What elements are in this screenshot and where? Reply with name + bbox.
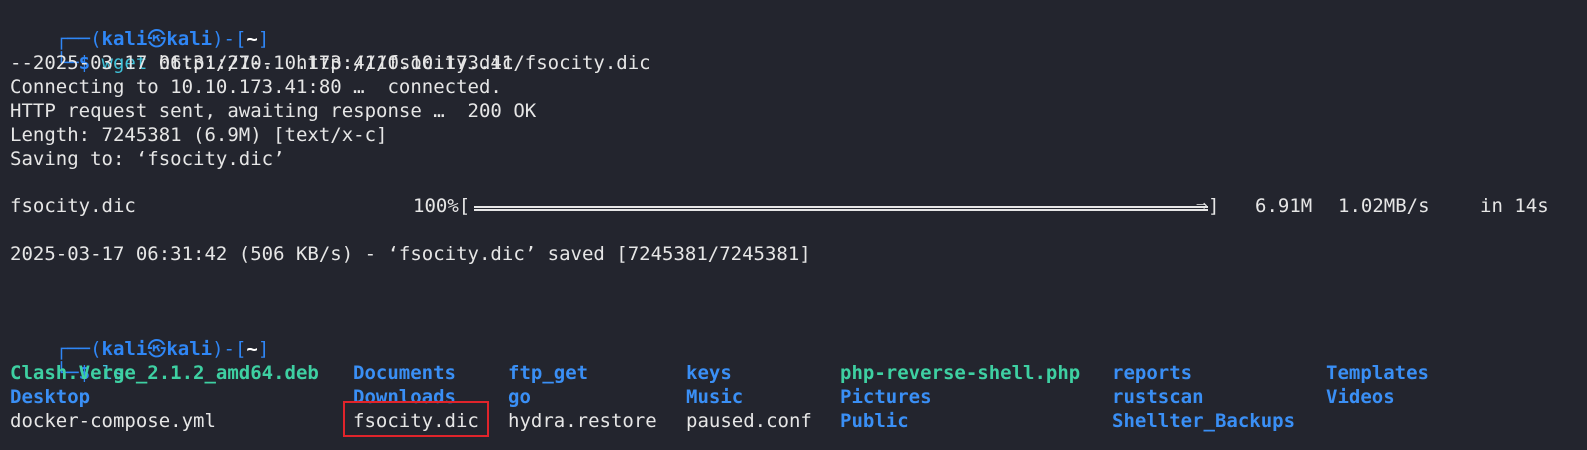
- output-line: --2025-03-17 06:31:27-- http://10.10.173…: [10, 52, 651, 74]
- progress-percent: 100%[: [413, 195, 471, 217]
- ls-entry-file: Clash.Verge_2.1.2_amd64.deb: [10, 362, 319, 384]
- ls-entry-dir: Documents: [353, 362, 456, 384]
- ls-entry-dir: reports: [1112, 362, 1193, 384]
- progress-time: in 14s: [1480, 195, 1549, 217]
- ls-entry-dir: keys: [686, 362, 732, 384]
- ls-entry-dir: go: [508, 386, 531, 408]
- output-line: HTTP request sent, awaiting response … 2…: [10, 100, 537, 122]
- output-line: 2025-03-17 06:31:42 (506 KB/s) - ‘fsocit…: [10, 243, 811, 265]
- prompt-command-line: └─$ wget http://10.10.173.41/fsocity.dic: [10, 27, 514, 74]
- output-line: Length: 7245381 (6.9M) [text/x-c]: [10, 124, 388, 146]
- prompt-frame: ]: [257, 338, 270, 360]
- progress-size: 6.91M: [1255, 195, 1313, 217]
- ls-entry-dir: Music: [686, 386, 744, 408]
- prompt-host: kali: [166, 338, 213, 360]
- ls-entry-dir: Videos: [1326, 386, 1395, 408]
- prompt-frame: )-[: [212, 338, 247, 360]
- ls-entry-dir: Templates: [1326, 362, 1429, 384]
- ls-entry-file: php-reverse-shell.php: [840, 362, 1081, 384]
- ls-entry-dir: Pictures: [840, 386, 932, 408]
- highlight-box: [343, 401, 489, 437]
- prompt-path: ~: [246, 338, 258, 360]
- skull-icon: ㉿: [147, 338, 167, 360]
- ls-entry-file: paused.conf: [686, 410, 812, 432]
- ls-entry-dir: Shellter_Backups: [1112, 410, 1296, 432]
- progress-rate: 1.02MB/s: [1338, 195, 1430, 217]
- terminal-window[interactable]: ┌──(kali㉿kali)-[~] └─$ wget http://10.10…: [0, 0, 1587, 450]
- prompt-top-line: ┌──(kali㉿kali)-[~]: [10, 3, 270, 50]
- progress-filename: fsocity.dic: [10, 195, 136, 217]
- ls-entry-dir: Public: [840, 410, 909, 432]
- output-line: Saving to: ‘fsocity.dic’: [10, 148, 285, 170]
- progress-bracket: ]: [1208, 195, 1220, 217]
- progress-arrow-icon: ⇒: [1196, 194, 1208, 216]
- ls-entry-dir: Desktop: [10, 386, 91, 408]
- ls-entry-dir: rustscan: [1112, 386, 1204, 408]
- prompt-top-line: ┌──(kali㉿kali)-[~]: [10, 313, 270, 360]
- progress-bar: [474, 206, 1208, 211]
- ls-entry-file: hydra.restore: [508, 410, 657, 432]
- ls-entry-file: docker-compose.yml: [10, 410, 216, 432]
- ls-entry-dir: ftp_get: [508, 362, 589, 384]
- prompt-command-line: └─$ ls: [10, 337, 125, 384]
- output-line: Connecting to 10.10.173.41:80 … connecte…: [10, 76, 502, 98]
